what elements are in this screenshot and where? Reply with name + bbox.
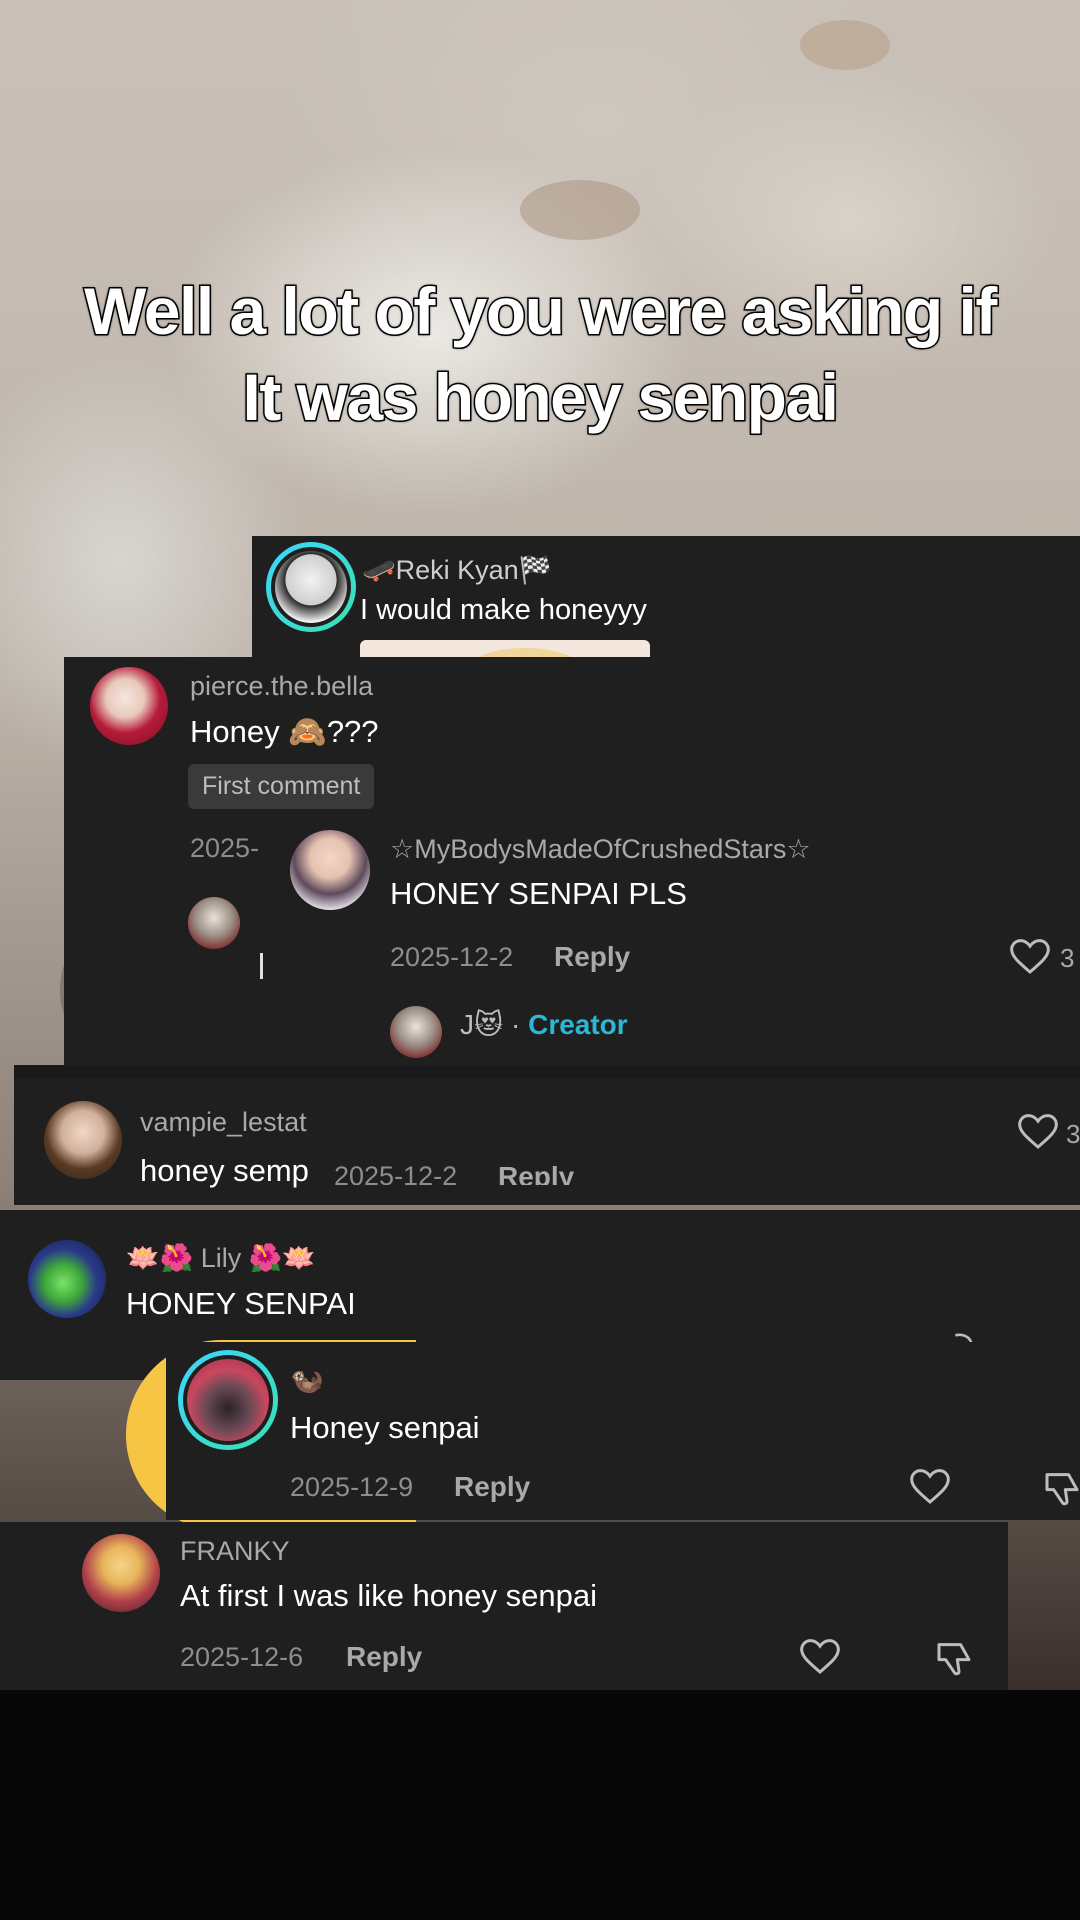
comment-card-stars: ☆MyBodysMadeOfCrushedStars☆ HONEY SENPAI… [264,820,1080,1065]
avatar[interactable] [275,551,347,623]
overlapped-reply: Reply [498,1161,575,1185]
avatar[interactable] [82,1534,160,1612]
reply-button[interactable]: Reply [346,1641,422,1673]
comment-username[interactable]: 🦦 [290,1364,324,1396]
comment-card-franky: FRANKY At first I was like honey senpai … [0,1522,1008,1690]
comment-text: At first I was like honey senpai [180,1578,597,1613]
first-comment-badge: First comment [188,764,375,809]
comment-card-vampie: vampie_lestat honey sempi 2025-12-2 Repl… [14,1065,1080,1205]
heart-icon[interactable] [1018,1113,1058,1151]
dislike-icon[interactable] [934,1638,974,1678]
heart-icon[interactable] [1010,938,1050,976]
story-ring [178,1350,278,1450]
video-caption: Well a lot of you were asking if It was … [30,268,1050,440]
caption-line-1: Well a lot of you were asking if [83,273,999,350]
story-ring [266,542,356,632]
overlapped-row-strip [14,1065,1080,1079]
comment-date: 2025-12-6 [180,1642,304,1672]
background-stain [520,180,640,240]
creator-name[interactable]: J😻 [460,1009,503,1040]
comment-username[interactable]: 🛹Reki Kyan🏁 [362,554,552,586]
comment-username[interactable]: pierce.the.bella [190,671,373,702]
creator-avatar[interactable] [390,1006,442,1058]
comment-date: 2025-12-9 [290,1472,414,1502]
like-count: 3 [1060,943,1075,973]
avatar[interactable] [290,830,370,910]
comment-username[interactable]: vampie_lestat [140,1107,307,1138]
caption-line-2: It was honey senpai [241,359,841,436]
comment-username[interactable]: ☆MyBodysMadeOfCrushedStars☆ [390,834,811,865]
comment-date: 2025- [190,833,260,863]
comment-text: HONEY SENPAI [126,1286,356,1321]
comment-text: HONEY SENPAI PLS [390,876,687,911]
avatar[interactable] [44,1101,122,1179]
creator-reply-header: J😻 · Creator [460,1008,628,1041]
creator-label: Creator [528,1009,628,1040]
avatar[interactable] [28,1240,106,1318]
avatar[interactable] [90,667,168,745]
creator-separator: · [510,1009,521,1040]
avatar[interactable] [187,1359,269,1441]
comment-username[interactable]: 🪷🌺 Lily 🌺🪷 [126,1242,316,1274]
overlapped-date: 2025-12-2 [334,1161,458,1185]
like-count: 3 [1066,1119,1080,1149]
reply-button[interactable]: Reply [554,941,630,973]
comment-text: I would make honeyyy [360,594,647,626]
comment-username[interactable]: FRANKY [180,1536,290,1567]
video-bottom-area [0,1690,1080,1920]
truncated-text-fragment [260,953,263,979]
dislike-icon[interactable] [1042,1468,1080,1508]
background-stain [800,20,890,70]
heart-icon[interactable] [800,1638,840,1676]
comment-text: Honey senpai [290,1410,480,1445]
heart-icon[interactable] [910,1468,950,1506]
comment-text: Honey 🙈??? [190,714,379,749]
reply-button[interactable]: Reply [454,1471,530,1503]
comment-card-otter: 🦦 Honey senpai 2025-12-9 Reply [166,1342,1080,1520]
creator-avatar[interactable] [188,897,240,949]
comment-date: 2025-12-2 [390,942,514,972]
comment-text: honey sempi [140,1153,310,1188]
